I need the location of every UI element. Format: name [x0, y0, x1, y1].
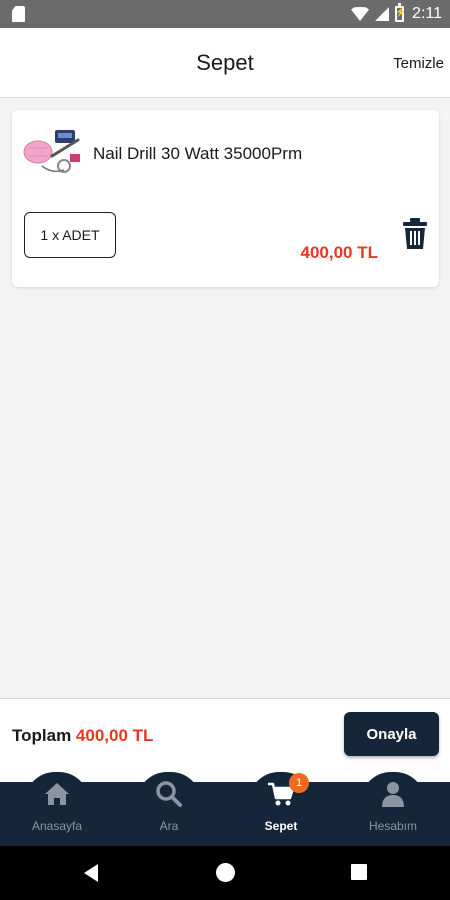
sd-card-icon [12, 6, 25, 22]
battery-charging-icon [395, 3, 406, 22]
home-icon [45, 783, 69, 805]
status-time: 2:11 [412, 5, 442, 22]
nav-item-home[interactable]: Anasayfa [1, 782, 113, 846]
nail-drill-product-image [23, 130, 80, 173]
status-bar: 2:11 [0, 0, 450, 28]
confirm-button[interactable]: Onayla [344, 712, 439, 756]
signal-icon [375, 7, 390, 21]
nav-item-search[interactable]: Ara [113, 781, 225, 846]
trash-icon[interactable] [402, 218, 428, 250]
page-title: Sepet [196, 50, 254, 75]
product-name[interactable]: Nail Drill 30 Watt 35000Prm [93, 144, 302, 164]
status-icons: 2:11 [351, 3, 442, 24]
clear-cart-button[interactable]: Temizle [393, 55, 444, 72]
quantity-selector[interactable]: 1 x ADET [24, 212, 116, 258]
cart-item: Nail Drill 30 Watt 35000Prm 1 x ADET 400… [12, 110, 439, 287]
nav-item-account[interactable]: Hesabım [337, 782, 449, 846]
cart-summary: Toplam 400,00 TL Onayla [0, 698, 450, 782]
nav-label-home: Anasayfa [31, 819, 83, 833]
app-header: Sepet Temizle [0, 28, 450, 98]
bottom-navigation: Anasayfa Ara 1 Sepet Hesabım [0, 772, 450, 846]
system-navigation-bar [0, 846, 450, 900]
recents-icon[interactable] [351, 864, 367, 880]
back-icon[interactable] [84, 864, 98, 882]
total-label: Toplam [12, 726, 72, 745]
nav-label-cart: Sepet [264, 819, 298, 833]
product-price: 400,00 TL [300, 243, 379, 262]
home-circle-icon[interactable] [216, 863, 235, 882]
total: Toplam 400,00 TL [12, 726, 153, 746]
cart-count-badge: 1 [289, 773, 309, 793]
nav-label-search: Ara [159, 819, 179, 833]
total-value: 400,00 TL [75, 726, 154, 745]
user-icon [382, 782, 404, 807]
search-icon [156, 781, 182, 807]
nav-label-account: Hesabım [368, 819, 418, 833]
wifi-icon [351, 7, 370, 21]
nav-item-cart[interactable]: 1 Sepet [225, 773, 337, 846]
